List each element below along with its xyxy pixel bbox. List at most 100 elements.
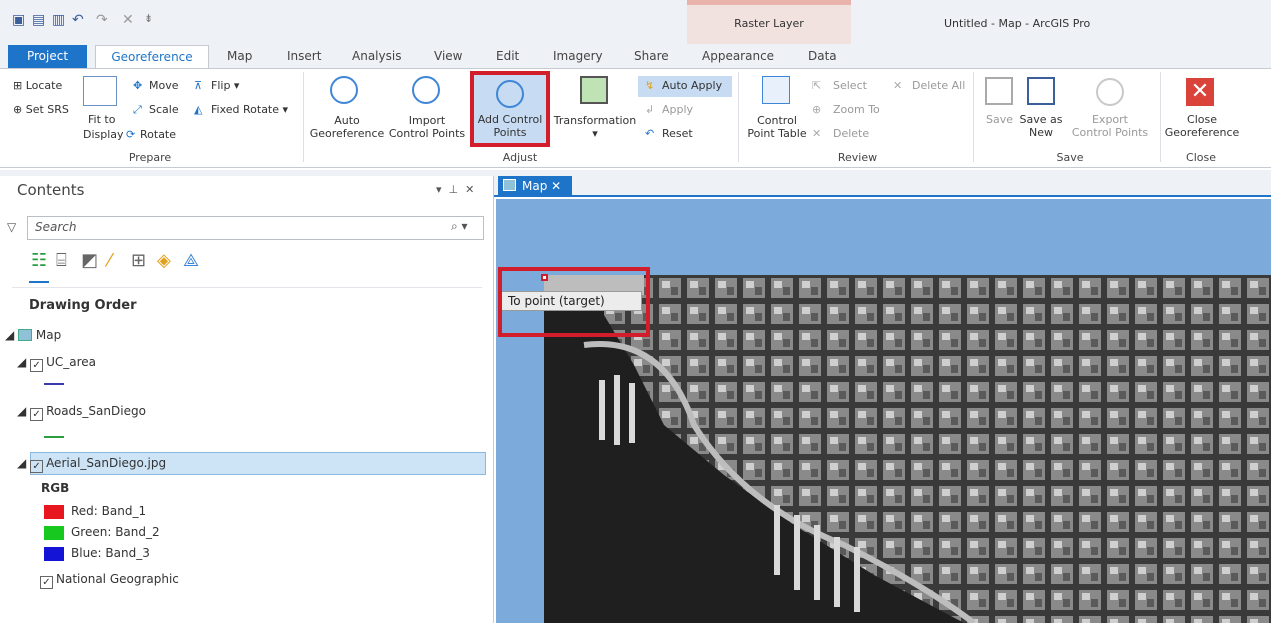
customize-qat-icon[interactable]: ⇟: [144, 12, 153, 25]
save-as-new-button[interactable]: Save as New: [1015, 113, 1067, 139]
fit-to-label[interactable]: Fit to: [88, 113, 115, 126]
close-georeference-icon: ✕: [1186, 78, 1214, 106]
map-tab-icon: [503, 179, 516, 191]
import-control-points-button[interactable]: Import Control Points: [383, 114, 471, 140]
tab-share[interactable]: Share: [634, 49, 669, 63]
delete-button[interactable]: Delete: [833, 127, 869, 140]
expand-icon[interactable]: ◢: [17, 404, 26, 418]
list-by-perspective-imagery-icon[interactable]: ⟁: [183, 250, 199, 271]
layer-roads-sandiego[interactable]: ◢ ✓ Roads_SanDiego: [17, 404, 146, 421]
save-project-icon[interactable]: ▥: [52, 12, 65, 28]
pane-menu-icon[interactable]: ▾: [436, 183, 442, 196]
close-tab-icon[interactable]: ✕: [551, 179, 561, 193]
move-button[interactable]: Move: [149, 79, 179, 92]
visibility-checkbox[interactable]: ✓: [30, 359, 44, 372]
rgb-label: RGB: [41, 481, 70, 495]
select-button[interactable]: Select: [833, 79, 867, 92]
tab-map[interactable]: Map: [227, 49, 252, 63]
tab-appearance[interactable]: Appearance: [702, 49, 774, 63]
search-input[interactable]: [27, 216, 484, 240]
red-swatch: [44, 505, 64, 519]
import-control-points-icon: [412, 76, 440, 104]
list-by-selection-icon[interactable]: ◩: [81, 250, 98, 271]
tab-imagery[interactable]: Imagery: [553, 49, 603, 63]
auto-apply-icon: ↯: [645, 79, 655, 92]
divider: [12, 287, 482, 288]
map-tab-strip: [494, 176, 1271, 197]
tab-analysis[interactable]: Analysis: [352, 49, 401, 63]
layer-national-geographic[interactable]: ✓ National Geographic: [40, 572, 179, 589]
ribbon-separator: [1160, 72, 1161, 162]
delete-icon: ✕: [812, 127, 822, 140]
tab-edit[interactable]: Edit: [496, 49, 519, 63]
app-title: Untitled - Map - ArcGIS Pro: [944, 17, 1091, 30]
aerial-imagery[interactable]: [544, 275, 1271, 623]
tab-project[interactable]: Project: [8, 45, 87, 68]
layer-uc-area[interactable]: ◢ ✓ UC_area: [17, 355, 96, 372]
reset-button[interactable]: Reset: [662, 127, 693, 140]
cancel-icon[interactable]: ✕: [122, 12, 134, 28]
locate-button[interactable]: ⊞ Locate: [13, 79, 62, 92]
layer-aerial-sandiego[interactable]: ◢ ✓ Aerial_SanDiego.jpg: [17, 456, 166, 473]
zoom-to-button[interactable]: Zoom To: [833, 103, 880, 116]
export-control-points-button[interactable]: Export Control Points: [1066, 113, 1154, 139]
list-by-editing-icon[interactable]: ⁄: [108, 250, 111, 271]
binoculars-icon: ⊞: [13, 79, 23, 92]
visibility-checkbox[interactable]: ✓: [40, 576, 53, 589]
ribbon-separator: [303, 72, 304, 162]
redo-icon[interactable]: ↷: [96, 12, 108, 28]
close-icon[interactable]: ✕: [465, 183, 474, 196]
transformation-icon: [580, 76, 608, 104]
flip-button[interactable]: Flip ▾: [211, 79, 239, 92]
reset-icon: ↶: [645, 127, 655, 140]
list-by-snapping-icon[interactable]: ⊞: [131, 250, 146, 271]
export-control-points-icon: [1096, 78, 1124, 106]
expand-icon[interactable]: ◢: [17, 355, 26, 369]
expand-icon[interactable]: ◢: [17, 456, 26, 470]
apply-button[interactable]: Apply: [662, 103, 693, 116]
save-icon: [985, 77, 1013, 105]
auto-georeference-button[interactable]: Auto Georeference: [307, 114, 387, 140]
visibility-checkbox[interactable]: ✓: [30, 408, 44, 421]
pane-controls[interactable]: ▾ ⊥ ✕: [436, 183, 474, 196]
set-srs-button[interactable]: ⊕ Set SRS: [13, 103, 69, 116]
auto-apply-toggle[interactable]: Auto Apply: [662, 79, 722, 92]
rotate-button[interactable]: Rotate: [140, 128, 176, 141]
list-by-drawing-order-icon[interactable]: ☷: [31, 250, 47, 271]
group-label-review: Review: [837, 151, 878, 164]
list-by-data-source-icon[interactable]: ⌸: [56, 250, 67, 271]
add-control-points-highlight: [470, 71, 550, 147]
close-georeference-button[interactable]: Close Georeference: [1162, 113, 1242, 139]
tree-map[interactable]: ◢ Map: [5, 328, 61, 342]
transformation-dropdown[interactable]: Transformation ▾: [550, 114, 640, 140]
scale-button[interactable]: Scale: [149, 103, 179, 116]
band-red-label: Red: Band_1: [71, 504, 147, 518]
save-button[interactable]: Save: [986, 113, 1013, 126]
save-as-icon: [1027, 77, 1055, 105]
pin-icon[interactable]: ⊥: [449, 183, 459, 196]
expand-icon[interactable]: ◢: [5, 328, 14, 342]
tab-georeference[interactable]: Georeference: [95, 45, 209, 69]
zoom-to-icon: ⊕: [812, 103, 822, 116]
select-icon: ⇱: [812, 79, 822, 92]
control-point-table-button[interactable]: Control Point Table: [741, 114, 813, 140]
map-icon: [18, 329, 33, 341]
band-blue-label: Blue: Band_3: [71, 546, 150, 560]
tab-data[interactable]: Data: [808, 49, 837, 63]
fixed-rotate-button[interactable]: Fixed Rotate ▾: [211, 103, 288, 116]
aerial-imagery-graphic: [544, 275, 1271, 623]
undo-icon[interactable]: ↶: [72, 12, 84, 28]
delete-all-button[interactable]: Delete All: [912, 79, 965, 92]
open-project-icon[interactable]: ▤: [32, 12, 45, 28]
tab-insert[interactable]: Insert: [287, 49, 321, 63]
display-label[interactable]: Display: [83, 128, 124, 141]
list-by-labeling-icon[interactable]: ◈: [157, 250, 171, 271]
search-icon[interactable]: ⌕ ▾: [451, 219, 468, 234]
active-view-indicator: [29, 281, 49, 283]
visibility-checkbox[interactable]: ✓: [30, 460, 44, 473]
new-project-icon[interactable]: ▣: [12, 12, 25, 28]
filter-icon[interactable]: ▽: [7, 220, 16, 234]
rotate-icon: ⟳: [126, 128, 136, 141]
tab-view[interactable]: View: [434, 49, 462, 63]
search-placeholder: Search: [35, 220, 77, 234]
